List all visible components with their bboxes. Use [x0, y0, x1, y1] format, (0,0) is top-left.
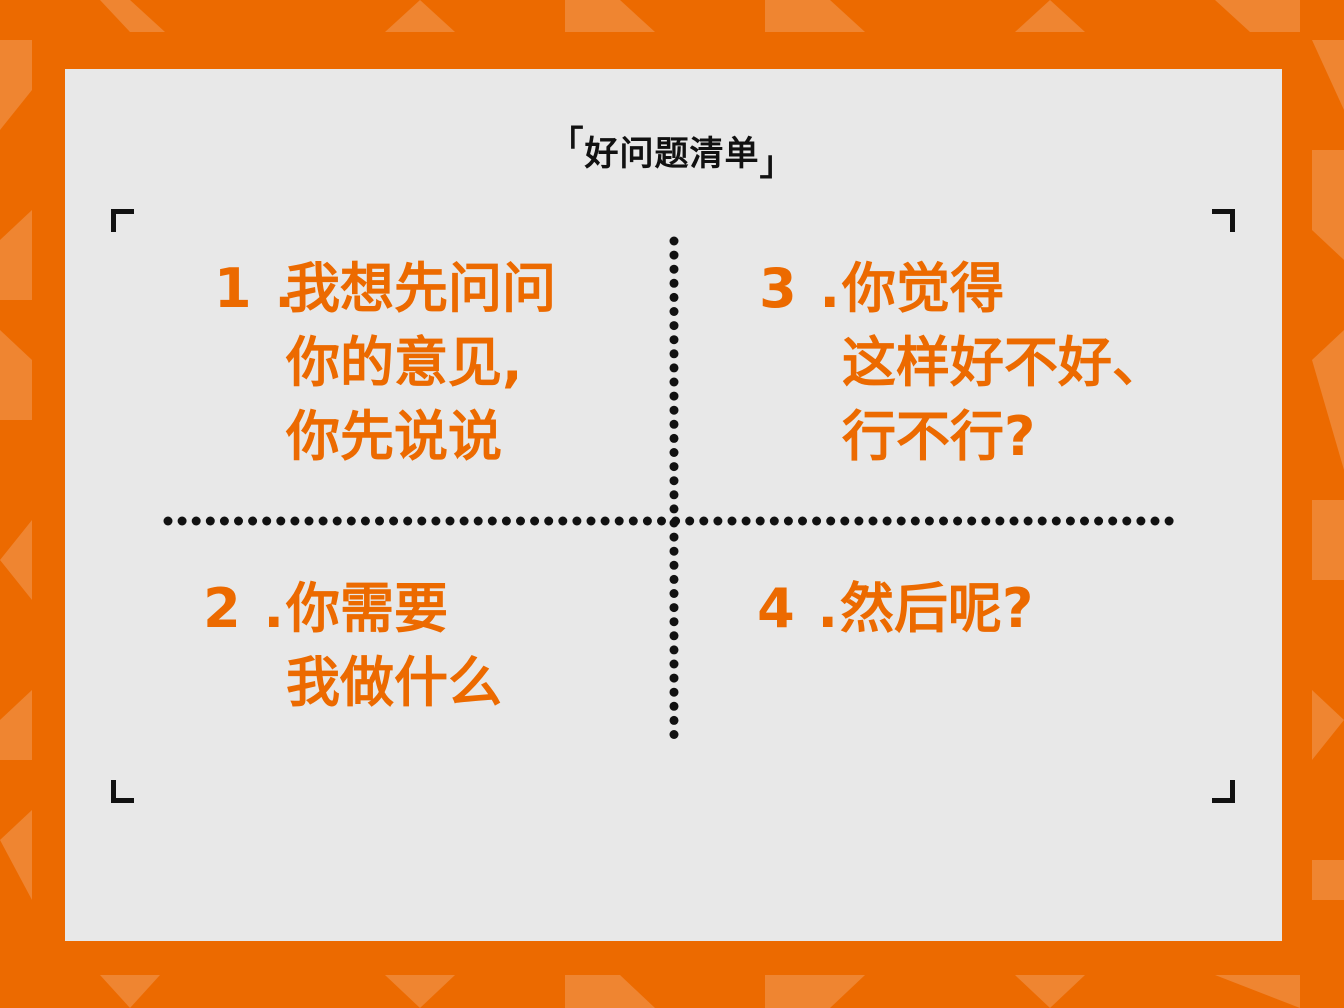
question-item-1: 1 .我想先问问 你的意见, 你先说说: [214, 252, 556, 474]
question-1-text-1: 我想先问问: [286, 257, 556, 320]
content-card: [65, 69, 1282, 941]
question-1-line-3: 你先说说: [214, 400, 556, 474]
corner-mark-top-left: [111, 209, 134, 232]
title-text: 好问题清单: [584, 134, 760, 174]
page-title: 「好问题清单」: [0, 124, 1344, 184]
question-4-text-1: 然后呢?: [840, 577, 1034, 640]
question-2-text-1: 你需要: [286, 577, 448, 640]
question-3-line-2: 这样好不好、: [752, 326, 1166, 400]
question-2-line-2: 我做什么: [198, 646, 502, 720]
question-1-line-2: 你的意见,: [214, 326, 556, 400]
question-1-number: 1 .: [214, 257, 297, 320]
question-item-4: 4 .然后呢?: [752, 572, 1033, 646]
question-3-number: 3 .: [759, 257, 842, 320]
question-4-line-1: 4 .然后呢?: [752, 572, 1033, 646]
title-open-bracket: 「: [549, 124, 585, 164]
corner-mark-top-right: [1212, 209, 1235, 232]
question-1-text-2: 你的意见,: [286, 331, 523, 394]
question-2-text-2: 我做什么: [286, 651, 502, 714]
corner-mark-bottom-left: [111, 780, 134, 803]
question-3-text-3: 行不行?: [842, 405, 1036, 468]
question-1-text-3: 你先说说: [286, 405, 502, 468]
title-close-bracket: 」: [759, 144, 795, 184]
question-2-line-1: 2 .你需要: [198, 572, 502, 646]
question-4-number: 4 .: [757, 577, 840, 640]
question-3-line-1: 3 .你觉得: [752, 252, 1166, 326]
corner-mark-bottom-right: [1212, 780, 1235, 803]
question-3-text-1: 你觉得: [842, 257, 1004, 320]
question-3-text-2: 这样好不好、: [842, 331, 1166, 394]
question-item-3: 3 .你觉得 这样好不好、 行不行?: [752, 252, 1166, 474]
question-1-line-1: 1 .我想先问问: [214, 252, 556, 326]
question-2-number: 2 .: [203, 577, 286, 640]
question-3-line-3: 行不行?: [752, 400, 1166, 474]
question-item-2: 2 .你需要 我做什么: [198, 572, 502, 720]
